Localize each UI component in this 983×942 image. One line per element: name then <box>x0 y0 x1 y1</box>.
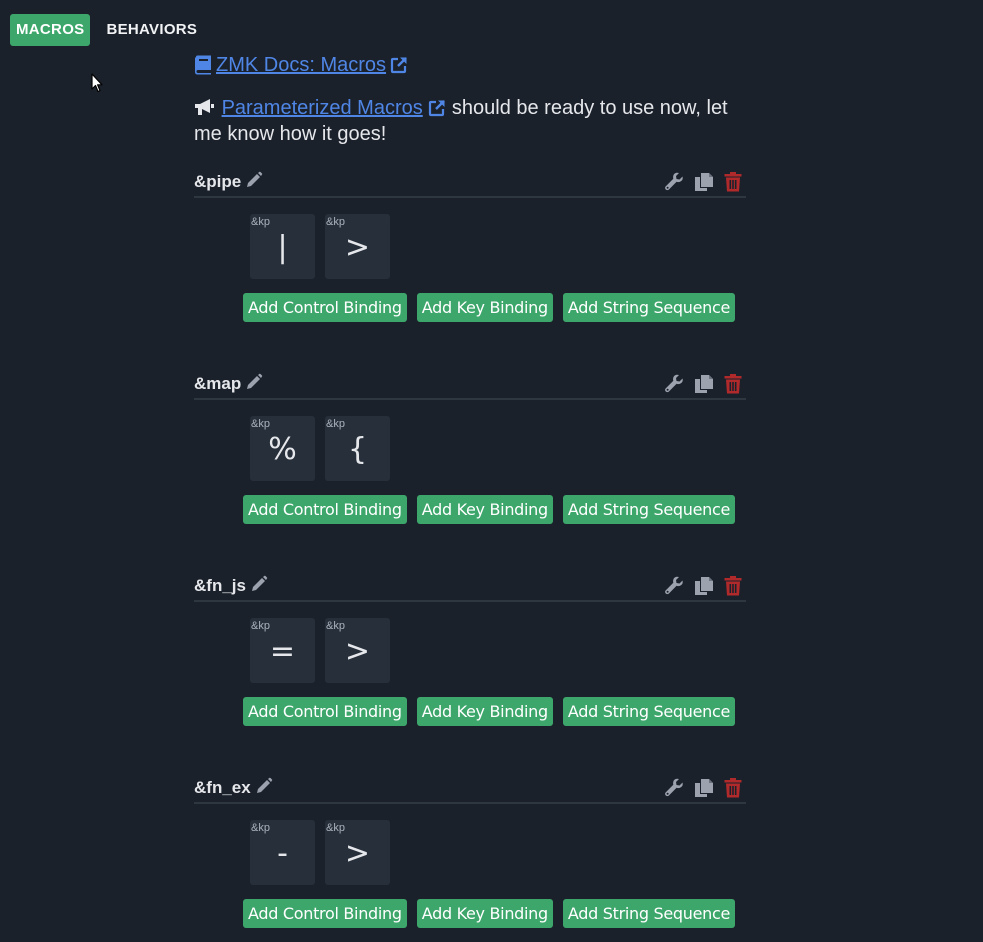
macro-add-buttons: Add Control Binding Add Key Binding Add … <box>243 899 746 928</box>
macro-title: &fn_ex <box>194 777 273 800</box>
binding-label: | <box>277 230 288 265</box>
pencil-icon[interactable] <box>255 777 273 800</box>
add-key-binding-button[interactable]: Add Key Binding <box>416 293 553 322</box>
macro-name: &fn_ex <box>194 778 251 797</box>
macro-header: &map <box>194 370 746 400</box>
macros-page: MACROS BEHAVIORS ZMK Docs: Macros Parame… <box>0 0 983 942</box>
binding-key[interactable]: &kp = <box>250 618 315 683</box>
binding-key[interactable]: &kp - <box>250 820 315 885</box>
binding-label: - <box>277 836 288 871</box>
binding-behavior: &kp <box>326 418 345 430</box>
binding-behavior: &kp <box>251 822 270 834</box>
add-string-sequence-button[interactable]: Add String Sequence <box>562 293 735 322</box>
macro-actions <box>664 778 742 798</box>
add-key-binding-button[interactable]: Add Key Binding <box>416 899 553 928</box>
binding-key[interactable]: &kp > <box>325 618 390 683</box>
macro-actions <box>664 576 742 596</box>
wrench-icon[interactable] <box>664 576 684 596</box>
tab-bar: MACROS BEHAVIORS <box>10 14 203 46</box>
add-control-binding-button[interactable]: Add Control Binding <box>243 899 407 928</box>
trash-icon[interactable] <box>724 172 742 192</box>
macro-bindings: &kp | &kp > <box>250 214 746 279</box>
megaphone-icon <box>194 97 222 119</box>
tab-behaviors[interactable]: BEHAVIORS <box>100 14 203 46</box>
macro-add-buttons: Add Control Binding Add Key Binding Add … <box>243 495 746 524</box>
binding-behavior: &kp <box>251 620 270 632</box>
zmk-docs-link-label: ZMK Docs: Macros <box>216 53 387 76</box>
binding-behavior: &kp <box>326 216 345 228</box>
binding-behavior: &kp <box>326 822 345 834</box>
macro-add-buttons: Add Control Binding Add Key Binding Add … <box>243 697 746 726</box>
binding-label: > <box>344 634 371 669</box>
trash-icon[interactable] <box>724 374 742 394</box>
trash-icon[interactable] <box>724 576 742 596</box>
binding-key[interactable]: &kp > <box>325 820 390 885</box>
macro-section: &fn_ex &kp-&kp> Add Control Binding A <box>194 774 746 928</box>
binding-label: > <box>344 230 371 265</box>
wrench-icon[interactable] <box>664 374 684 394</box>
trash-icon[interactable] <box>724 778 742 798</box>
binding-key[interactable]: &kp{ <box>325 416 390 481</box>
parameterized-macros-link[interactable]: Parameterized Macros <box>222 97 423 119</box>
macro-section: &map &kp% &kp{ Add Control Binding Add K… <box>194 370 746 524</box>
macro-name: &map <box>194 374 242 393</box>
add-key-binding-button[interactable]: Add Key Binding <box>416 697 553 726</box>
add-key-binding-button[interactable]: Add Key Binding <box>416 495 553 524</box>
external-link-icon <box>390 54 408 77</box>
copy-icon[interactable] <box>694 576 714 596</box>
pencil-icon[interactable] <box>250 575 268 598</box>
zmk-docs-link[interactable]: ZMK Docs: Macros <box>194 52 408 78</box>
macro-section: &fn_js &kp=&kp> Add Control Binding A <box>194 572 746 726</box>
mouse-cursor-icon <box>91 73 103 98</box>
add-control-binding-button[interactable]: Add Control Binding <box>243 697 407 726</box>
binding-behavior: &kp <box>251 418 270 430</box>
macro-title: &fn_js <box>194 575 268 598</box>
macro-header: &fn_ex <box>194 774 746 804</box>
copy-icon[interactable] <box>694 374 714 394</box>
wrench-icon[interactable] <box>664 172 684 192</box>
macro-actions <box>664 172 742 192</box>
add-string-sequence-button[interactable]: Add String Sequence <box>562 697 735 726</box>
macro-section: &pipe &kp|&kp> Add Control Binding Ad <box>194 168 746 322</box>
external-link-icon <box>428 97 452 119</box>
binding-behavior: &kp <box>326 620 345 632</box>
binding-behavior: &kp <box>251 216 270 228</box>
macro-title: &map <box>194 373 263 396</box>
copy-icon[interactable] <box>694 778 714 798</box>
macro-header: &pipe <box>194 168 746 198</box>
binding-label: > <box>344 836 371 871</box>
macro-bindings: &kp - &kp > <box>250 820 746 885</box>
announcement: Parameterized Macros should be ready to … <box>194 95 746 147</box>
macro-bindings: &kp = &kp > <box>250 618 746 683</box>
macro-header: &fn_js <box>194 572 746 602</box>
macro-title: &pipe <box>194 171 263 194</box>
macro-name: &fn_js <box>194 576 246 595</box>
tab-macros[interactable]: MACROS <box>10 14 91 46</box>
wrench-icon[interactable] <box>664 778 684 798</box>
binding-label: = <box>269 634 296 669</box>
macro-bindings: &kp% &kp{ <box>250 416 746 481</box>
add-control-binding-button[interactable]: Add Control Binding <box>243 495 407 524</box>
pencil-icon[interactable] <box>245 373 263 396</box>
binding-key[interactable]: &kp% <box>250 416 315 481</box>
macro-actions <box>664 374 742 394</box>
add-string-sequence-button[interactable]: Add String Sequence <box>562 495 735 524</box>
pencil-icon[interactable] <box>245 171 263 194</box>
book-icon <box>194 54 212 77</box>
macros-content: ZMK Docs: Macros Parameterized Macros sh… <box>194 52 746 147</box>
add-control-binding-button[interactable]: Add Control Binding <box>243 293 407 322</box>
copy-icon[interactable] <box>694 172 714 192</box>
macro-name: &pipe <box>194 172 242 191</box>
binding-key[interactable]: &kp | <box>250 214 315 279</box>
macro-add-buttons: Add Control Binding Add Key Binding Add … <box>243 293 746 322</box>
binding-label: { <box>347 432 368 467</box>
add-string-sequence-button[interactable]: Add String Sequence <box>562 899 735 928</box>
binding-label: % <box>268 432 297 467</box>
binding-key[interactable]: &kp > <box>325 214 390 279</box>
